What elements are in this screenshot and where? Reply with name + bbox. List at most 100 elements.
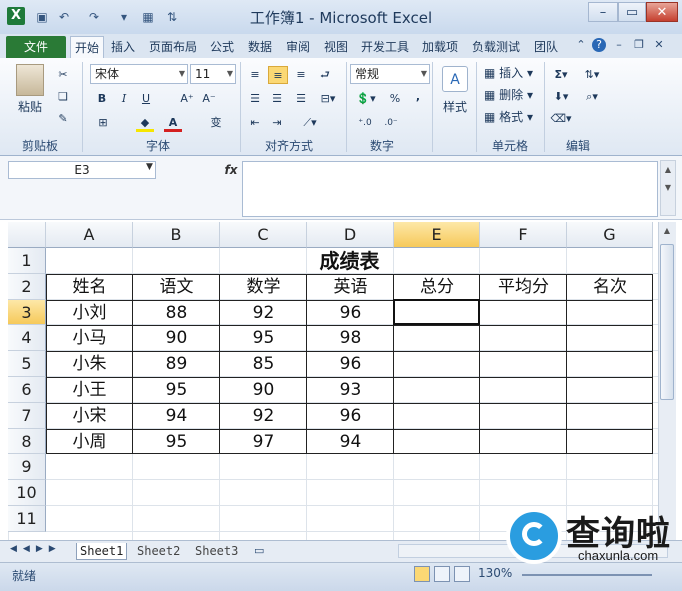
redo-icon[interactable]: ↷	[86, 9, 102, 25]
table-cell[interactable]	[394, 325, 480, 351]
tab-developer[interactable]: 开发工具	[357, 36, 413, 58]
sort-icon[interactable]: ⇅	[164, 9, 180, 25]
page-layout-view-icon[interactable]	[434, 566, 450, 582]
table-cell[interactable]: 92	[220, 403, 307, 429]
table-cell[interactable]: 小宋	[46, 403, 133, 429]
table-cell[interactable]	[480, 377, 567, 403]
delete-cells-button[interactable]: ▦ 删除 ▾	[484, 86, 540, 104]
percent-button[interactable]: %	[388, 90, 402, 108]
tab-team[interactable]: 团队	[530, 36, 562, 58]
sort-filter-icon[interactable]: ⇅▾	[580, 66, 604, 84]
doc-close-icon[interactable]: ✕	[652, 38, 666, 52]
table-cell[interactable]	[567, 403, 653, 429]
row-header[interactable]: 8	[8, 428, 46, 455]
table-header-cell[interactable]: 语文	[133, 274, 220, 300]
styles-button[interactable]: 样式	[438, 98, 472, 116]
insert-sheet-icon[interactable]: ▭	[254, 544, 270, 558]
row-header[interactable]: 11	[8, 506, 46, 532]
minimize-button[interactable]: –	[588, 2, 618, 22]
table-cell[interactable]	[480, 429, 567, 455]
row-header[interactable]: 9	[8, 454, 46, 481]
doc-minimize-icon[interactable]: –	[612, 38, 626, 52]
table-cell[interactable]	[567, 429, 653, 455]
find-select-icon[interactable]: ⌕▾	[580, 88, 604, 106]
table-cell[interactable]	[480, 300, 567, 326]
select-all-corner[interactable]	[8, 222, 46, 248]
number-format-select[interactable]: 常规 ▼	[350, 64, 430, 84]
table-cell[interactable]: 小刘	[46, 300, 133, 326]
table-cell[interactable]: 小朱	[46, 351, 133, 377]
sheet-tab-sheet2[interactable]: Sheet2	[134, 543, 183, 560]
zoom-slider[interactable]	[522, 574, 652, 576]
font-color-icon[interactable]: A	[164, 114, 182, 132]
table-cell[interactable]: 94	[133, 403, 220, 429]
zoom-level[interactable]: 130%	[478, 566, 512, 580]
autosum-icon[interactable]: Σ▾	[550, 66, 572, 84]
row-header[interactable]: 2	[8, 273, 46, 300]
maximize-button[interactable]: ▭	[618, 2, 646, 22]
row-header[interactable]: 6	[8, 377, 46, 403]
currency-icon[interactable]: 💲▾	[354, 90, 378, 108]
increase-indent-icon[interactable]: ⇥	[268, 114, 286, 132]
table-header-cell[interactable]: 名次	[567, 274, 653, 300]
row-header[interactable]: 10	[8, 480, 46, 506]
align-right-icon[interactable]: ☰	[292, 90, 310, 108]
column-header[interactable]: D	[307, 222, 394, 248]
shrink-font-icon[interactable]: A⁻	[200, 90, 218, 108]
sheet-tab-sheet3[interactable]: Sheet3	[192, 543, 241, 560]
row-header[interactable]: 4	[8, 325, 46, 352]
tab-page-layout[interactable]: 页面布局	[145, 36, 201, 58]
ribbon-collapse-icon[interactable]: ⌃	[574, 38, 588, 52]
sheet-tab-sheet1[interactable]: Sheet1	[76, 543, 128, 560]
table-cell[interactable]	[567, 351, 653, 377]
format-cells-button[interactable]: ▦ 格式 ▾	[484, 108, 540, 126]
table-cell[interactable]: 92	[220, 300, 307, 326]
table-cell[interactable]	[394, 403, 480, 429]
table-header-cell[interactable]: 数学	[220, 274, 307, 300]
fill-icon[interactable]: ⬇▾	[550, 88, 572, 106]
table-header-cell[interactable]: 总分	[394, 274, 480, 300]
tab-load-test[interactable]: 负载测试	[468, 36, 524, 58]
table-cell[interactable]	[394, 429, 480, 455]
row-header[interactable]: 7	[8, 402, 46, 429]
formula-input[interactable]	[242, 161, 658, 217]
table-icon[interactable]: ▦	[140, 9, 156, 25]
clear-icon[interactable]: ⌫▾	[550, 110, 572, 128]
align-top-icon[interactable]: ≡	[246, 66, 264, 84]
paste-button[interactable]: 粘贴	[12, 98, 48, 116]
name-box[interactable]: E3	[8, 161, 156, 179]
table-cell[interactable]: 96	[307, 351, 394, 377]
doc-restore-icon[interactable]: ❐	[632, 38, 646, 52]
table-cell[interactable]: 95	[220, 325, 307, 351]
row-header[interactable]: 1	[8, 248, 46, 274]
decrease-decimal-icon[interactable]: .0⁻	[380, 114, 402, 132]
table-cell[interactable]: 94	[307, 429, 394, 455]
tab-view[interactable]: 视图	[320, 36, 352, 58]
orientation-icon[interactable]: ⟋▾	[298, 114, 322, 132]
excel-app-icon[interactable]: X	[7, 7, 25, 25]
scroll-up-icon[interactable]: ▲	[660, 226, 674, 240]
sheet-nav-arrows[interactable]: ◀◀▶▶	[10, 544, 62, 554]
table-cell[interactable]: 小王	[46, 377, 133, 403]
insert-cells-button[interactable]: ▦ 插入 ▾	[484, 64, 540, 82]
table-cell[interactable]	[394, 351, 480, 377]
table-header-cell[interactable]: 平均分	[480, 274, 567, 300]
merge-center-icon[interactable]: ⊟▾	[316, 90, 340, 108]
table-cell[interactable]: 90	[220, 377, 307, 403]
column-header[interactable]: G	[567, 222, 653, 248]
row-header[interactable]: 5	[8, 351, 46, 377]
copy-icon[interactable]: ❏	[54, 88, 72, 106]
align-bottom-icon[interactable]: ≡	[292, 66, 310, 84]
table-header-cell[interactable]: 英语	[307, 274, 394, 300]
table-cell[interactable]: 96	[307, 300, 394, 326]
align-middle-icon[interactable]: ≡	[268, 66, 288, 84]
tab-home[interactable]: 开始	[70, 36, 105, 58]
active-cell-cursor[interactable]	[393, 298, 480, 326]
sheet-title[interactable]: 成绩表	[46, 248, 653, 274]
bold-button[interactable]: B	[94, 90, 110, 108]
column-header[interactable]: E	[394, 222, 480, 248]
column-header[interactable]: A	[46, 222, 133, 248]
align-center-icon[interactable]: ☰	[268, 90, 286, 108]
row-header[interactable]: 3	[8, 299, 46, 326]
table-cell[interactable]: 小周	[46, 429, 133, 455]
